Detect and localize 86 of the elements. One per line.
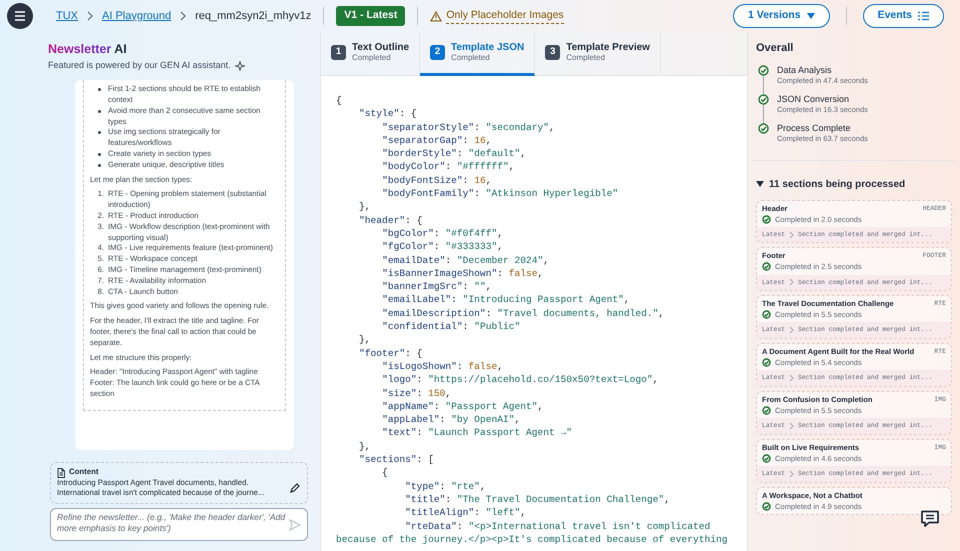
check-circle-icon bbox=[758, 94, 769, 104]
code-line: "bodyColor": "#ffffff", bbox=[381, 160, 516, 174]
sections-toggle[interactable]: 11 sections being processed bbox=[756, 176, 906, 192]
code-line: "emailDate": "December 2024", bbox=[381, 254, 550, 267]
bullet-icon bbox=[98, 110, 101, 113]
refine-input-field[interactable]: Refine the newsletter... (e.g., 'Make the header darker', 'Add more emphasis to key points') bbox=[50, 508, 308, 541]
code-line: because of the journey.</p><p>It's complicated because of everything bbox=[336, 532, 728, 546]
code-line: { bbox=[381, 466, 389, 480]
code-line: }, bbox=[358, 200, 372, 214]
warning-text: Only Placeholder Images bbox=[446, 8, 564, 24]
breadcrumb-link[interactable]: AI Playground bbox=[102, 8, 172, 24]
code-line: "logo": "https://placehold.co/150x50?text=Logo", bbox=[381, 373, 660, 387]
code-line: "emailDescription": "Travel documents, handled.", bbox=[381, 306, 666, 320]
pencil-icon bbox=[289, 482, 301, 494]
step-label: Data Analysis bbox=[777, 64, 833, 76]
list-icon bbox=[918, 11, 929, 21]
chevron-right-icon bbox=[789, 326, 794, 334]
step-label: JSON Conversion bbox=[777, 94, 850, 104]
code-line: "separatorStyle": "secondary", bbox=[381, 120, 556, 134]
code-line: "bodyFontFamily": "Atkinson Hyperlegible" bbox=[381, 187, 620, 200]
check-circle-icon bbox=[762, 454, 771, 463]
code-line: "fgColor": "#333333", bbox=[381, 240, 504, 254]
code-line: "title": "The Travel Documentation Challenge", bbox=[404, 492, 671, 506]
versions-button[interactable]: 1 Versions bbox=[733, 4, 830, 28]
check-circle-icon bbox=[758, 122, 769, 134]
chevron-right-icon bbox=[789, 470, 794, 478]
code-line: "bgColor": "#f0f4ff", bbox=[381, 226, 504, 240]
step-label: Process Complete bbox=[777, 122, 852, 134]
sparkle-icon bbox=[234, 60, 245, 70]
code-line: "appLabel": "by OpenAI", bbox=[381, 413, 522, 426]
check-circle-icon bbox=[762, 406, 771, 416]
code-line: "bannerImgSrc": "", bbox=[381, 280, 492, 294]
check-circle-icon bbox=[762, 358, 771, 368]
warning-icon bbox=[430, 10, 442, 22]
code-line: "separatorGap": 16, bbox=[381, 134, 492, 148]
code-line: "borderStyle": "default", bbox=[381, 147, 528, 160]
code-line: "style": { bbox=[358, 107, 418, 121]
chevron-right-icon bbox=[86, 11, 94, 21]
send-icon bbox=[289, 518, 301, 531]
code-line: }, bbox=[358, 333, 372, 347]
document-icon bbox=[57, 468, 65, 478]
breadcrumb-link[interactable]: TUX bbox=[56, 8, 78, 24]
check-circle-icon bbox=[762, 262, 771, 272]
check-circle-icon bbox=[762, 214, 771, 224]
bullet-icon bbox=[98, 164, 101, 167]
caret-down-icon bbox=[756, 180, 764, 188]
code-line: "isBannerImageShown": false, bbox=[381, 266, 544, 280]
code-line: "sections": [ bbox=[358, 453, 435, 466]
chevron-right-icon bbox=[789, 422, 794, 430]
code-line: "confidential": "Public" bbox=[381, 320, 522, 334]
check-circle-icon bbox=[762, 502, 771, 511]
breadcrumb-current: req_mm2syn2i_mhyv1z bbox=[195, 8, 312, 24]
chevron-right-icon bbox=[789, 230, 794, 239]
version-badge: V1 - Latest bbox=[336, 6, 406, 26]
check-circle-icon bbox=[758, 64, 769, 76]
assistant-subtitle: Featured is powered by our GEN AI assistant. bbox=[48, 58, 231, 72]
step-tab[interactable]: 2 Template JSON Completed bbox=[420, 32, 536, 76]
menu-button[interactable] bbox=[7, 3, 33, 29]
code-line: "titleAlign": "left", bbox=[404, 506, 528, 520]
code-line: "text": "Launch Passport Agent →" bbox=[381, 426, 574, 440]
edit-button[interactable] bbox=[289, 482, 301, 494]
menu-icon bbox=[14, 10, 26, 22]
code-line: "footer": { bbox=[358, 346, 424, 360]
code-line: "isLogoShown": false, bbox=[381, 360, 504, 374]
check-circle-icon bbox=[762, 310, 771, 320]
code-line: "type": "rte", bbox=[404, 480, 487, 493]
code-line: "emailLabel": "Introducing Passport Agent", bbox=[381, 293, 631, 307]
caret-down-icon bbox=[806, 13, 815, 19]
bullet-icon bbox=[98, 153, 101, 156]
events-button[interactable]: Events bbox=[862, 4, 944, 28]
chat-icon bbox=[920, 510, 940, 528]
code-line: "header": { bbox=[358, 214, 424, 227]
code-line: "appName": "Passport Agent", bbox=[381, 400, 544, 414]
bullet-icon bbox=[98, 88, 101, 92]
code-line: "bodyFontSize": 16, bbox=[381, 174, 492, 188]
chevron-right-icon bbox=[789, 374, 794, 382]
bullet-icon bbox=[98, 131, 101, 134]
step-tab[interactable]: 1 Text Outline Completed bbox=[321, 32, 420, 76]
code-line: }, bbox=[358, 440, 372, 454]
step-tab[interactable]: 3 Template Preview Completed bbox=[535, 32, 661, 76]
code-line: "size": 150, bbox=[381, 386, 452, 400]
chevron-right-icon bbox=[179, 11, 188, 21]
chevron-right-icon bbox=[789, 278, 794, 286]
overall-title: Overall bbox=[756, 41, 794, 56]
code-line: { bbox=[336, 94, 343, 108]
code-line: "rteData": "<p>International travel isn't complicated bbox=[404, 520, 712, 533]
